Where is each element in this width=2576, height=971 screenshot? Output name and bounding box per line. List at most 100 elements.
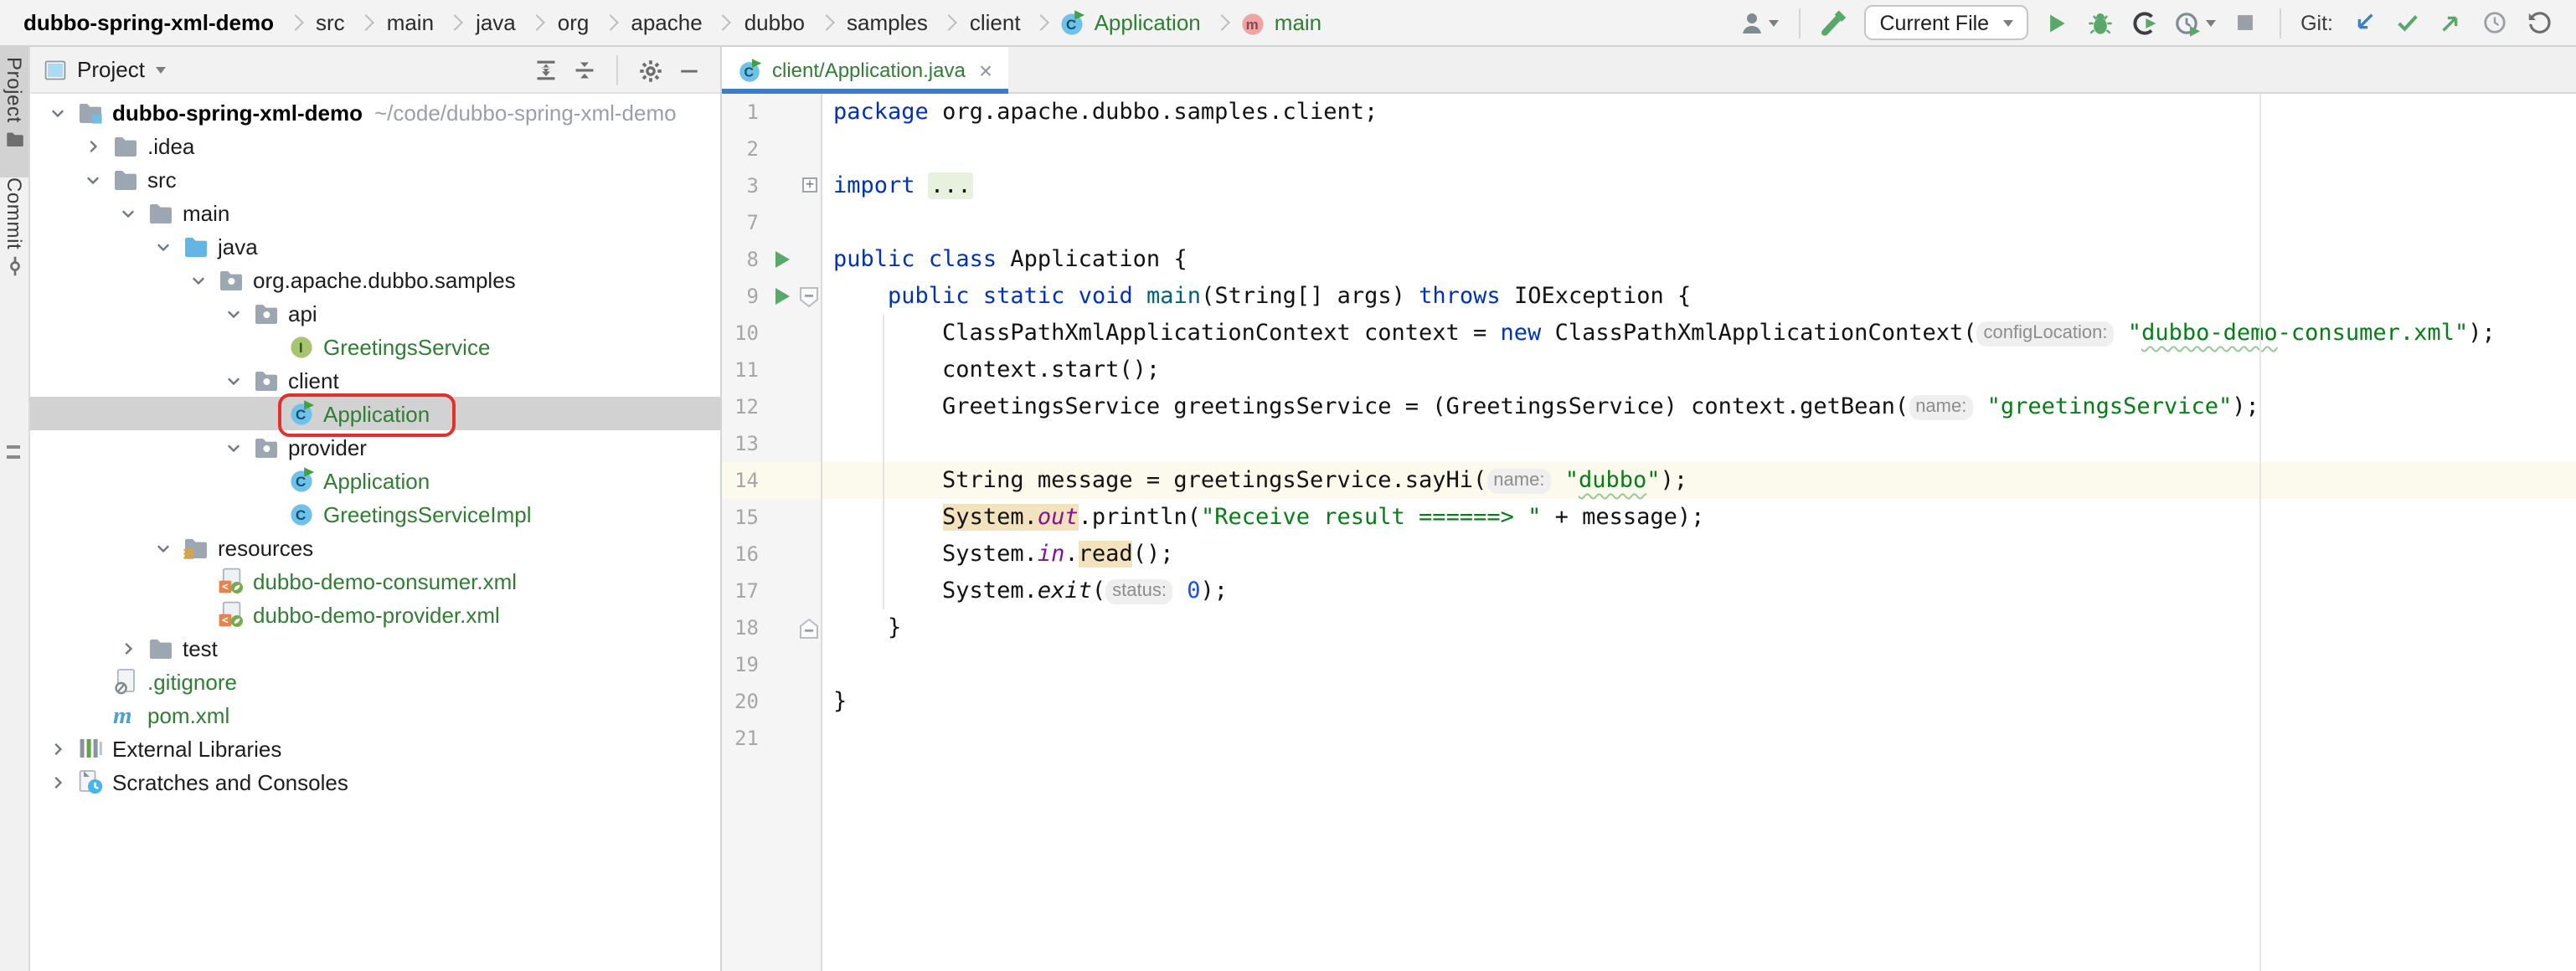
code-line[interactable]: 17 System.exit(status: 0); [722,573,2576,609]
run-with-coverage-button[interactable] [2130,8,2158,37]
chevron-right-icon[interactable] [45,737,69,760]
parameter-hint-inlay[interactable]: name: [1909,394,1973,419]
tree-item-main[interactable]: main [30,196,720,229]
breadcrumb-item[interactable]: dubbo [741,10,808,35]
tree-item-dubbo-demo-provider-xml[interactable]: <dubbo-demo-provider.xml [30,598,720,631]
project-view-selector[interactable]: Project [77,57,145,82]
git-update-button[interactable] [2350,8,2378,37]
scratch-icon [77,768,104,795]
code-line[interactable]: 9 public static void main(String[] args)… [722,278,2576,315]
tree-item-application[interactable]: CApplication [30,464,720,497]
tree-item-client[interactable]: client [30,363,720,397]
tree-item-application[interactable]: CApplication [30,397,720,430]
code-line[interactable]: 1package org.apache.dubbo.samples.client… [722,94,2576,131]
code-line[interactable]: 15 System.out.println("Receive result ==… [722,499,2576,536]
code-line[interactable]: 11 context.start(); [722,352,2576,388]
fold-start-handle-icon[interactable] [799,286,819,308]
stop-button[interactable] [2230,8,2259,37]
tree-item-label: Application [323,401,430,426]
chevron-right-icon[interactable] [116,636,139,660]
code-line[interactable]: 8public class Application { [722,241,2576,278]
stripe-tab-commit[interactable]: Commit [0,167,28,295]
chevron-down-icon[interactable] [221,435,245,459]
tree-item-dubbo-demo-consumer-xml[interactable]: <dubbo-demo-consumer.xml [30,564,720,598]
parameter-hint-inlay[interactable]: status: [1105,578,1173,604]
chevron-right-icon[interactable] [80,134,104,157]
breadcrumb-item[interactable]: apache [627,10,705,35]
chevron-down-icon[interactable] [45,100,69,124]
run-configuration-selector[interactable]: Current File [1865,5,2028,40]
chevron-down-icon[interactable] [116,201,139,224]
chevron-down-icon[interactable] [151,234,174,258]
run-gutter-icon[interactable] [774,251,791,268]
tree-item--gitignore[interactable]: .gitignore [30,665,720,698]
stripe-tab-project[interactable]: Project [0,47,28,177]
profiler-button[interactable] [2173,8,2215,37]
git-push-button[interactable] [2437,8,2465,37]
build-hammer-icon[interactable] [1821,8,1850,37]
expand-all-icon[interactable] [534,59,558,82]
code-line[interactable]: 19 [722,646,2576,683]
breadcrumb-separator-icon [817,14,834,31]
chevron-down-icon[interactable] [186,268,209,291]
code-line[interactable]: 13 [722,425,2576,462]
code-editor[interactable]: 1package org.apache.dubbo.samples.client… [722,94,2576,971]
collapse-all-icon[interactable] [573,59,596,82]
run-gutter-icon[interactable] [774,288,791,305]
tree-item-dubbo-spring-xml-demo[interactable]: dubbo-spring-xml-demo~/code/dubbo-spring… [30,95,720,129]
tree-item-provider[interactable]: provider [30,430,720,464]
code-line[interactable]: 3+import ... [722,167,2576,204]
tree-item-resources[interactable]: resources [30,531,720,564]
git-commit-button[interactable] [2393,8,2422,37]
tree-item-greetingsservice[interactable]: IGreetingsService [30,330,720,363]
tab-close-icon[interactable]: × [979,62,992,79]
history-clock-icon[interactable] [2481,8,2509,37]
debug-button[interactable] [2086,8,2115,37]
breadcrumb-item[interactable]: java [472,10,519,35]
chevron-right-icon[interactable] [45,770,69,794]
chevron-down-icon[interactable] [221,301,245,325]
hide-panel-icon[interactable] [678,59,700,81]
code-line[interactable]: 10 ClassPathXmlApplicationContext contex… [722,315,2576,352]
tree-item--idea[interactable]: .idea [30,129,720,162]
folded-code-placeholder[interactable]: ... [929,172,973,199]
chevron-down-icon[interactable] [80,167,104,191]
breadcrumb-item[interactable]: mmain [1239,10,1325,35]
tree-item-greetingsserviceimpl[interactable]: CGreetingsServiceImpl [30,497,720,531]
tree-item-scratches-and-consoles[interactable]: Scratches and Consoles [30,765,720,799]
run-button[interactable] [2043,8,2071,37]
breadcrumb-item[interactable]: org [554,10,593,35]
breadcrumb-item[interactable]: main [384,10,437,35]
settings-gear-icon[interactable] [638,58,663,83]
project-view-caret[interactable] [157,66,167,73]
chevron-down-icon[interactable] [221,368,245,392]
code-line[interactable]: 18 } [722,609,2576,646]
rollback-icon[interactable] [2524,8,2553,37]
breadcrumb-item[interactable]: samples [843,10,931,35]
code-line[interactable]: 20} [722,683,2576,720]
parameter-hint-inlay[interactable]: configLocation: [1977,321,2115,346]
tree-item-api[interactable]: api [30,296,720,330]
fold-end-handle-icon[interactable] [799,618,819,640]
tree-item-java[interactable]: java [30,229,720,263]
tree-item-external-libraries[interactable]: External Libraries [30,732,720,765]
tree-item-pom-xml[interactable]: mpom.xml [30,698,720,732]
code-line[interactable]: 12 GreetingsService greetingsService = (… [722,388,2576,425]
editor-tab-active[interactable]: C client/Application.java × [722,47,1007,94]
chevron-down-icon[interactable] [151,536,174,559]
code-line[interactable]: 7 [722,204,2576,241]
breadcrumb-item[interactable]: dubbo-spring-xml-demo [20,10,277,35]
fold-expand-icon[interactable]: + [802,177,817,193]
tree-item-src[interactable]: src [30,162,720,196]
code-line-current[interactable]: 14 String message = greetingsService.say… [722,462,2576,499]
breadcrumb-item[interactable]: CApplication [1059,10,1204,35]
code-line[interactable]: 21 [722,720,2576,757]
breadcrumb-item[interactable]: src [312,10,348,35]
code-line[interactable]: 16 System.in.read(); [722,536,2576,573]
user-account-icon[interactable] [1739,8,1780,37]
code-line[interactable]: 2 [722,131,2576,167]
breadcrumb-item[interactable]: client [966,10,1024,35]
parameter-hint-inlay[interactable]: name: [1486,468,1551,493]
tree-item-org-apache-dubbo-samples[interactable]: org.apache.dubbo.samples [30,263,720,296]
tree-item-test[interactable]: test [30,631,720,665]
